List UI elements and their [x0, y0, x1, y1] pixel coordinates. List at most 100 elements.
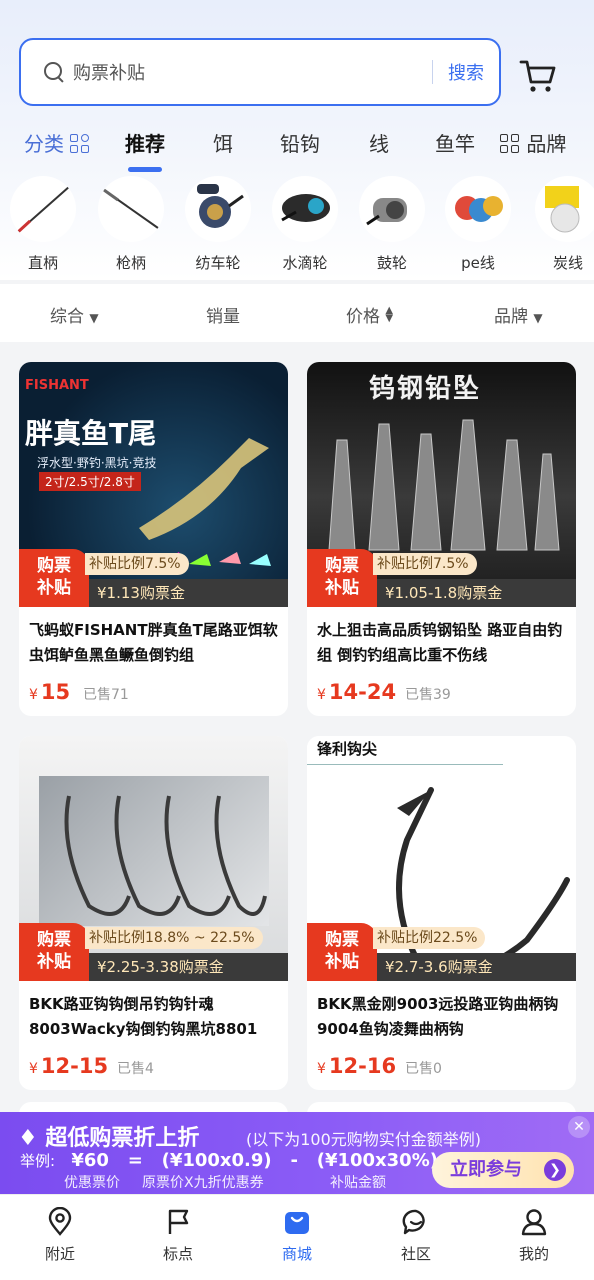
nav-label: 社区 — [400, 1245, 431, 1263]
ticket-gold: ¥2.25-3.38购票金 — [89, 953, 288, 981]
grid-icon — [500, 134, 520, 154]
tab-label: 分类 — [24, 132, 64, 156]
subsidy-ratio: 补贴比例7.5% — [373, 553, 477, 575]
sort-label: 品牌 — [494, 307, 528, 327]
sort-brand[interactable]: 品牌 ▼ — [494, 302, 543, 327]
tab-line[interactable]: 线 — [369, 124, 389, 168]
category-pistol-rod[interactable]: 枪柄 — [89, 176, 173, 273]
product-title: 飞蚂蚁FISHANT胖真鱼T尾路亚饵软虫饵鲈鱼黑鱼鳜鱼倒钓组 — [29, 621, 278, 664]
subsidy-badge: 购票 补贴 补贴比例7.5% ¥1.13购票金 — [19, 549, 288, 607]
sold-count: 已售71 — [83, 687, 129, 703]
tab-sinker-hook[interactable]: 铅钩 — [280, 124, 320, 168]
tab-bait[interactable]: 饵 — [213, 124, 233, 168]
product-price: ¥12-15 — [29, 1054, 109, 1078]
promo-banner[interactable]: ♦ 超低购票折上折 (以下为100元购物实付金额举例) ✕ 举例: ¥60 = … — [0, 1112, 594, 1194]
category-baitcasting-reel[interactable]: 水滴轮 — [263, 176, 347, 273]
search-input[interactable]: 购票补贴 — [73, 59, 432, 85]
nav-mall[interactable]: 商城 — [257, 1207, 337, 1264]
nav-label: 商城 — [281, 1245, 312, 1263]
sort-bar: 综合 ▼ 销量 价格 ▲ ▼ 品牌 ▼ — [0, 284, 594, 342]
category-pe-line[interactable]: pe线 — [436, 176, 520, 273]
sort-label: 综合 — [50, 307, 84, 327]
promo-formula: 举例: ¥60 = (¥100x0.9) - (¥100x30%) — [20, 1150, 438, 1171]
subsidy-badge: 购票 补贴 补贴比例18.8% ~ 22.5% ¥2.25-3.38购票金 — [19, 923, 288, 981]
tab-rod[interactable]: 鱼竿 — [435, 124, 475, 168]
product-card[interactable]: 钨钢铅坠 购票 补贴 补贴比例7.5% ¥1.05-1.8购票金 水上狙击高品质钨… — [307, 362, 576, 716]
category-spinning-reel[interactable]: 纺车轮 — [176, 176, 260, 273]
promo-caption: 补贴金额 — [330, 1175, 386, 1191]
image-headline: 锋利钩尖 — [317, 740, 378, 758]
cart-icon[interactable] — [518, 56, 558, 96]
bottom-nav: 附近 标点 商城 社区 我的 — [0, 1194, 594, 1280]
sort-price[interactable]: 价格 ▲ ▼ — [346, 302, 394, 328]
subsidy-ratio: 补贴比例22.5% — [373, 927, 486, 949]
image-headline: 钨钢铅坠 — [369, 374, 482, 404]
nav-me[interactable]: 我的 — [494, 1207, 574, 1264]
header: 购票补贴 搜索 分类 推荐 饵 铅钩 线 鱼竿 品牌 直柄 枪柄 纺车轮 水滴轮… — [0, 0, 594, 280]
ticket-subsidy-tag: 购票 补贴 — [307, 923, 377, 981]
brand-logo: FISHANT — [25, 378, 89, 393]
search-button[interactable]: 搜索 — [433, 59, 499, 85]
sort-label: 价格 — [346, 307, 380, 327]
nav-label: 标点 — [162, 1245, 193, 1263]
pistol-rod-image — [98, 176, 164, 242]
image-sizes: 2寸/2.5寸/2.8寸 — [39, 472, 141, 491]
grid-icon — [70, 134, 90, 154]
subsidy-ratio: 补贴比例18.8% ~ 22.5% — [85, 927, 263, 949]
flag-icon — [168, 1209, 189, 1234]
promo-caption: 优惠票价 — [64, 1175, 120, 1191]
chevron-right-icon: ❯ — [544, 1159, 566, 1181]
join-now-button[interactable]: 立即参与 ❯ — [432, 1152, 574, 1188]
tab-brand[interactable]: 品牌 — [500, 124, 566, 168]
tab-label: 品牌 — [526, 132, 567, 156]
drum-reel-image — [359, 176, 425, 242]
promo-subtitle: (以下为100元购物实付金额举例) — [246, 1130, 482, 1149]
nav-nearby[interactable]: 附近 — [20, 1207, 100, 1264]
ticket-gold: ¥1.13购票金 — [89, 579, 288, 607]
category-label: 枪柄 — [115, 254, 146, 272]
category-strip: 直柄 枪柄 纺车轮 水滴轮 鼓轮 pe线 炭线 — [0, 176, 594, 276]
category-straight-rod[interactable]: 直柄 — [1, 176, 85, 273]
nav-community[interactable]: 社区 — [376, 1207, 456, 1264]
subsidy-ratio: 补贴比例7.5% — [85, 553, 189, 575]
product-title: BKK黑金刚9003远投路亚钩曲柄钩9004鱼钩凌舞曲柄钩 — [317, 995, 559, 1038]
ticket-subsidy-tag: 购票 补贴 — [19, 549, 89, 607]
product-card[interactable]: FISHANT 胖真鱼T尾 浮水型·野钓·黑坑·竞技 2寸/2.5寸/2.8寸 … — [19, 362, 288, 716]
straight-rod-image — [10, 176, 76, 242]
subsidy-badge: 购票 补贴 补贴比例22.5% ¥2.7-3.6购票金 — [307, 923, 576, 981]
promo-caption: 原票价X九折优惠券 — [142, 1175, 264, 1191]
category-label: 水滴轮 — [282, 254, 328, 272]
sort-sales[interactable]: 销量 — [206, 302, 240, 327]
category-label: 炭线 — [552, 254, 583, 272]
product-card[interactable]: 锋利钩尖 购票 补贴 补贴比例22.5% ¥2.7-3.6购票金 BKK黑金刚90… — [307, 736, 576, 1090]
category-drum-reel[interactable]: 鼓轮 — [350, 176, 434, 273]
tab-category[interactable]: 分类 — [24, 124, 90, 168]
pe-line-image — [445, 176, 511, 242]
sort-overall[interactable]: 综合 ▼ — [50, 302, 99, 327]
chat-icon — [402, 1209, 425, 1235]
product-price: ¥15 — [29, 680, 71, 704]
profile-icon — [521, 1209, 547, 1236]
category-label: 鼓轮 — [376, 254, 407, 272]
promo-headline: ♦ 超低购票折上折 — [18, 1126, 200, 1151]
product-price: ¥14-24 — [317, 680, 397, 704]
filter-icon: ▼ — [533, 311, 543, 325]
ticket-gold: ¥2.7-3.6购票金 — [377, 953, 576, 981]
thumb-up-icon: ♦ — [18, 1126, 38, 1151]
sold-count: 已售0 — [405, 1061, 442, 1077]
subsidy-badge: 购票 补贴 补贴比例7.5% ¥1.05-1.8购票金 — [307, 549, 576, 607]
nav-label: 附近 — [44, 1245, 75, 1263]
product-price: ¥12-16 — [317, 1054, 397, 1078]
ticket-gold: ¥1.05-1.8购票金 — [377, 579, 576, 607]
search-bar[interactable]: 购票补贴 搜索 — [19, 38, 501, 106]
nav-spots[interactable]: 标点 — [138, 1207, 218, 1264]
location-icon — [48, 1207, 72, 1236]
category-carbon-line[interactable]: 炭线 — [526, 176, 594, 273]
spinning-reel-image — [185, 176, 251, 242]
tab-recommend[interactable]: 推荐 — [125, 124, 165, 168]
shopping-bag-icon — [285, 1212, 309, 1234]
sort-up-down-icon: ▲ ▼ — [385, 305, 394, 324]
product-title: BKK路亚钩钩倒吊钓钩针魂8003Wacky钩倒钓钩黑坑8801 — [29, 995, 258, 1038]
product-card[interactable]: 购票 补贴 补贴比例18.8% ~ 22.5% ¥2.25-3.38购票金 BKK… — [19, 736, 288, 1090]
close-icon[interactable]: ✕ — [568, 1116, 590, 1138]
